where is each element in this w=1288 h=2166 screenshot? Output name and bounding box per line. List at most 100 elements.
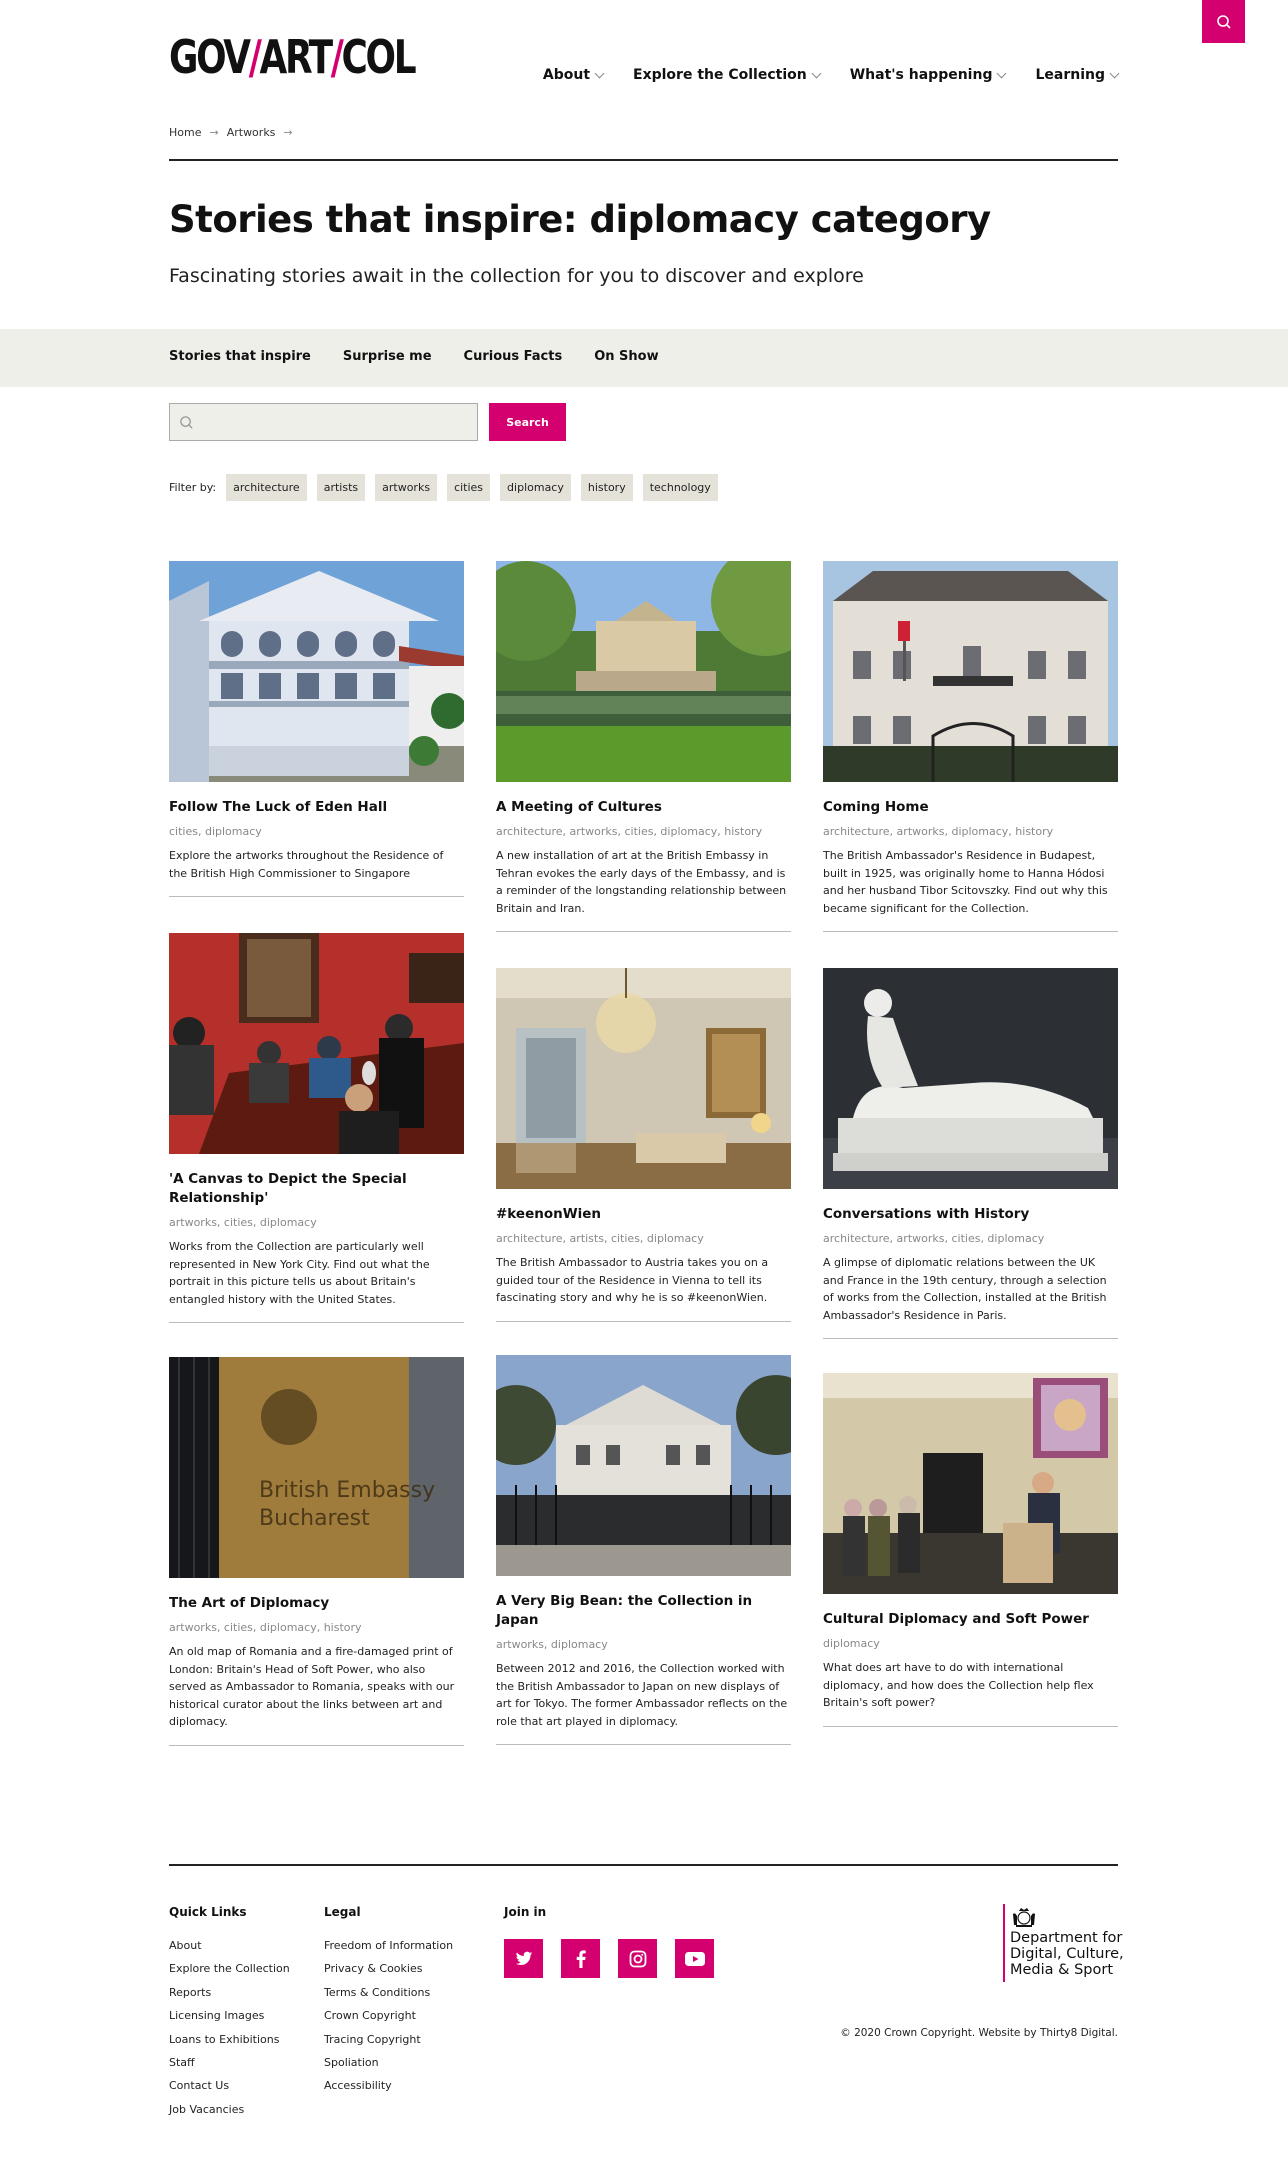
card-title[interactable]: A Meeting of Cultures <box>496 798 791 817</box>
plaque-text: British Embassy <box>259 1478 435 1503</box>
logo-text: GOV <box>169 30 251 84</box>
card-divider <box>823 931 1118 932</box>
filter-tag-artists[interactable]: artists <box>316 474 366 501</box>
card-title[interactable]: #keenonWien <box>496 1205 791 1224</box>
story-card[interactable]: 'A Canvas to Depict the Special Relation… <box>169 933 464 1323</box>
card-divider <box>823 1338 1118 1339</box>
card-categories: artworks, cities, diplomacy <box>169 1216 317 1229</box>
card-title[interactable]: Conversations with History <box>823 1205 1118 1224</box>
nav-label: Explore the Collection <box>633 67 807 83</box>
card-divider <box>169 1322 464 1323</box>
footer-join-in: Join in <box>504 1905 714 1978</box>
filter-tag-diplomacy[interactable]: diplomacy <box>500 474 571 501</box>
card-title[interactable]: Coming Home <box>823 798 1118 817</box>
card-title[interactable]: Follow The Luck of Eden Hall <box>169 798 464 817</box>
site-search-button[interactable] <box>1202 0 1245 43</box>
filter-tag-artworks[interactable]: artworks <box>375 474 438 501</box>
card-image[interactable] <box>496 561 791 782</box>
card-title[interactable]: The Art of Diplomacy <box>169 1594 464 1613</box>
page-subtitle: Fascinating stories await in the collect… <box>169 265 864 287</box>
logo-slash: / <box>248 30 262 84</box>
arrow-right-icon: → <box>209 126 219 139</box>
subnav-surprise-me[interactable]: Surprise me <box>343 349 432 364</box>
card-categories: architecture, artworks, cities, diplomac… <box>823 1232 1045 1245</box>
search-icon <box>180 416 193 429</box>
card-categories: architecture, artworks, diplomacy, histo… <box>823 825 1054 838</box>
story-card[interactable]: A Meeting of Cultures architecture, artw… <box>496 561 791 932</box>
search-field <box>169 403 478 441</box>
footer-link[interactable]: Staff <box>169 2056 290 2079</box>
story-card[interactable]: A Very Big Bean: the Collection in Japan… <box>496 1355 791 1745</box>
footer-link[interactable]: Reports <box>169 1986 290 2009</box>
search-button[interactable]: Search <box>489 403 566 441</box>
logo-text: COL <box>341 30 417 84</box>
footer-link[interactable]: Licensing Images <box>169 2009 290 2032</box>
footer-link[interactable]: Freedom of Information <box>324 1939 453 1962</box>
twitter-icon[interactable] <box>504 1939 543 1978</box>
card-image[interactable] <box>823 561 1118 782</box>
footer-link[interactable]: Privacy & Cookies <box>324 1962 453 1985</box>
chevron-down-icon <box>997 68 1007 78</box>
story-card[interactable]: Coming Home architecture, artworks, dipl… <box>823 561 1118 932</box>
footer-link[interactable]: Tracing Copyright <box>324 2033 453 2056</box>
card-description: An old map of Romania and a fire-damaged… <box>169 1645 455 1728</box>
nav-explore[interactable]: Explore the Collection <box>633 67 822 83</box>
nav-label: What's happening <box>849 67 993 83</box>
breadcrumb: Home → Artworks → <box>169 126 293 139</box>
footer-link[interactable]: Terms & Conditions <box>324 1986 453 2009</box>
nav-about[interactable]: About <box>543 67 605 83</box>
story-card[interactable]: Conversations with History architecture,… <box>823 968 1118 1339</box>
card-categories: architecture, artists, cities, diplomacy <box>496 1232 704 1245</box>
breadcrumb-home[interactable]: Home <box>169 126 201 139</box>
card-image[interactable]: British Embassy Bucharest <box>169 1357 464 1578</box>
search-icon <box>1216 14 1231 29</box>
search-input[interactable] <box>170 404 477 440</box>
site-logo[interactable]: GOV/ART/COL <box>169 30 417 84</box>
subnav-stories[interactable]: Stories that inspire <box>169 349 311 364</box>
footer-heading: Quick Links <box>169 1905 247 1919</box>
card-description: The British Ambassador's Residence in Bu… <box>823 849 1108 915</box>
footer-link[interactable]: Spoliation <box>324 2056 453 2079</box>
card-image[interactable] <box>496 1355 791 1576</box>
footer-link[interactable]: Explore the Collection <box>169 1962 290 1985</box>
nav-learning[interactable]: Learning <box>1035 67 1120 83</box>
card-description: Explore the artworks throughout the Resi… <box>169 849 444 880</box>
card-categories: cities, diplomacy <box>169 825 262 838</box>
youtube-icon[interactable] <box>675 1939 714 1978</box>
chevron-down-icon <box>811 68 822 78</box>
card-image[interactable] <box>169 933 464 1154</box>
card-image[interactable] <box>823 1373 1118 1594</box>
nav-whats-happening[interactable]: What's happening <box>849 67 1007 83</box>
card-image[interactable] <box>169 561 464 782</box>
subnav-curious-facts[interactable]: Curious Facts <box>464 349 563 364</box>
story-card[interactable]: #keenonWien architecture, artists, citie… <box>496 968 791 1322</box>
footer-link[interactable]: About <box>169 1939 290 1962</box>
card-title[interactable]: 'A Canvas to Depict the Special Relation… <box>169 1170 464 1208</box>
card-image[interactable] <box>496 968 791 1189</box>
filter-label: Filter by: <box>169 481 217 494</box>
footer-quick-links: Quick Links About Explore the Collection… <box>169 1905 290 2126</box>
chevron-down-icon <box>594 68 605 78</box>
footer-link[interactable]: Contact Us <box>169 2079 290 2102</box>
footer-link[interactable]: Job Vacancies <box>169 2103 290 2126</box>
footer-link[interactable]: Accessibility <box>324 2079 453 2102</box>
filter-tag-architecture[interactable]: architecture <box>226 474 307 501</box>
card-divider <box>496 931 791 932</box>
footer-link[interactable]: Loans to Exhibitions <box>169 2033 290 2056</box>
card-title[interactable]: A Very Big Bean: the Collection in Japan <box>496 1592 791 1630</box>
facebook-icon[interactable] <box>561 1939 600 1978</box>
card-categories: artworks, diplomacy <box>496 1638 608 1651</box>
filter-tag-history[interactable]: history <box>580 474 633 501</box>
card-description: A glimpse of diplomatic relations betwee… <box>823 1256 1107 1322</box>
instagram-icon[interactable] <box>618 1939 657 1978</box>
story-card[interactable]: Follow The Luck of Eden Hall cities, dip… <box>169 561 464 897</box>
subnav-on-show[interactable]: On Show <box>594 349 658 364</box>
filter-tag-technology[interactable]: technology <box>642 474 718 501</box>
card-image[interactable] <box>823 968 1118 1189</box>
story-card[interactable]: British Embassy Bucharest The Art of Dip… <box>169 1357 464 1746</box>
card-title[interactable]: Cultural Diplomacy and Soft Power <box>823 1610 1118 1629</box>
filter-tag-cities[interactable]: cities <box>447 474 491 501</box>
breadcrumb-artworks[interactable]: Artworks <box>227 126 276 139</box>
story-card[interactable]: Cultural Diplomacy and Soft Power diplom… <box>823 1373 1118 1727</box>
footer-link[interactable]: Crown Copyright <box>324 2009 453 2032</box>
